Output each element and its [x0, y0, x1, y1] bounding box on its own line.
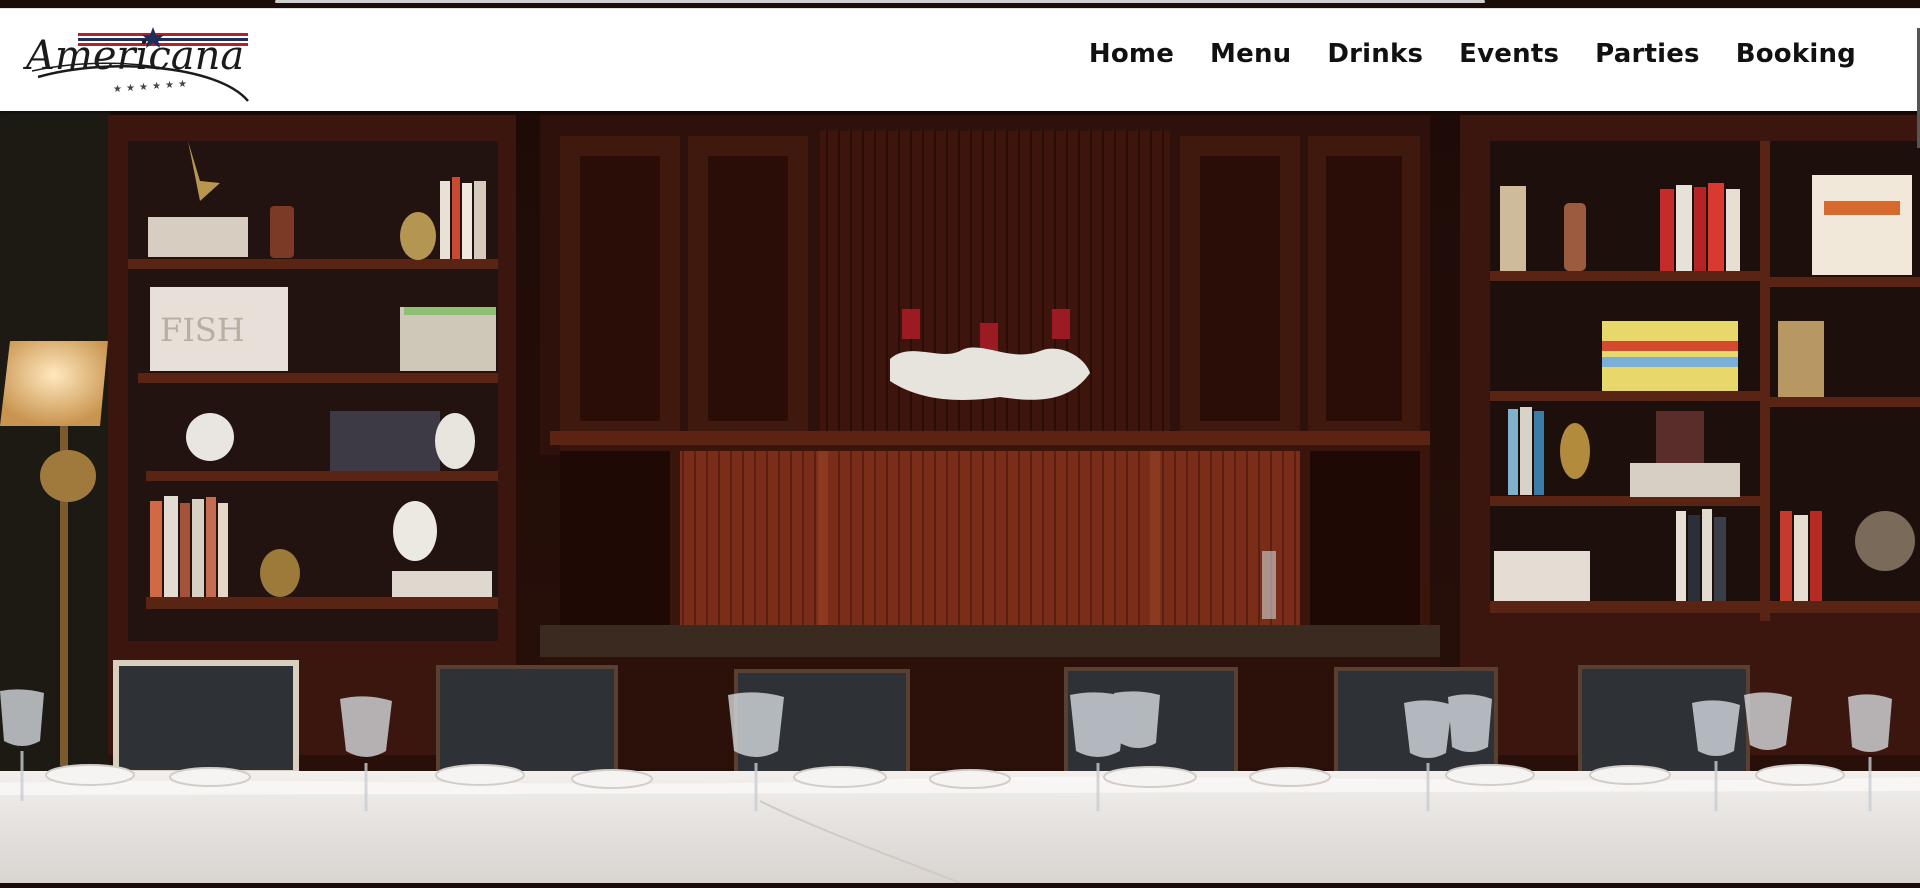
- svg-text:★: ★: [139, 82, 148, 93]
- nav-menu[interactable]: Menu: [1210, 39, 1291, 69]
- nav-events[interactable]: Events: [1459, 39, 1559, 69]
- nav-booking[interactable]: Booking: [1736, 39, 1856, 69]
- svg-text:★: ★: [113, 84, 122, 95]
- nav-drinks[interactable]: Drinks: [1327, 39, 1423, 69]
- svg-text:★: ★: [152, 81, 161, 92]
- svg-text:★: ★: [126, 83, 135, 94]
- site-header: Americana ★ ★ ★ ★ ★ ★ Home Menu Drinks E…: [0, 9, 1920, 111]
- top-divider: [0, 8, 1920, 9]
- svg-text:FISH: FISH: [160, 311, 245, 349]
- browser-scroll-indicator: [275, 0, 1485, 3]
- americana-logo[interactable]: Americana ★ ★ ★ ★ ★ ★: [18, 17, 258, 105]
- svg-text:★: ★: [165, 80, 174, 91]
- main-nav: Home Menu Drinks Events Parties Booking: [1089, 39, 1856, 69]
- hero-image: FISH: [0, 111, 1920, 884]
- private-dining-room-photo: FISH: [0, 111, 1920, 884]
- nav-parties[interactable]: Parties: [1595, 39, 1700, 69]
- nav-home[interactable]: Home: [1089, 39, 1174, 69]
- logo-mark: Americana ★ ★ ★ ★ ★ ★: [22, 27, 249, 102]
- svg-text:★: ★: [178, 79, 187, 90]
